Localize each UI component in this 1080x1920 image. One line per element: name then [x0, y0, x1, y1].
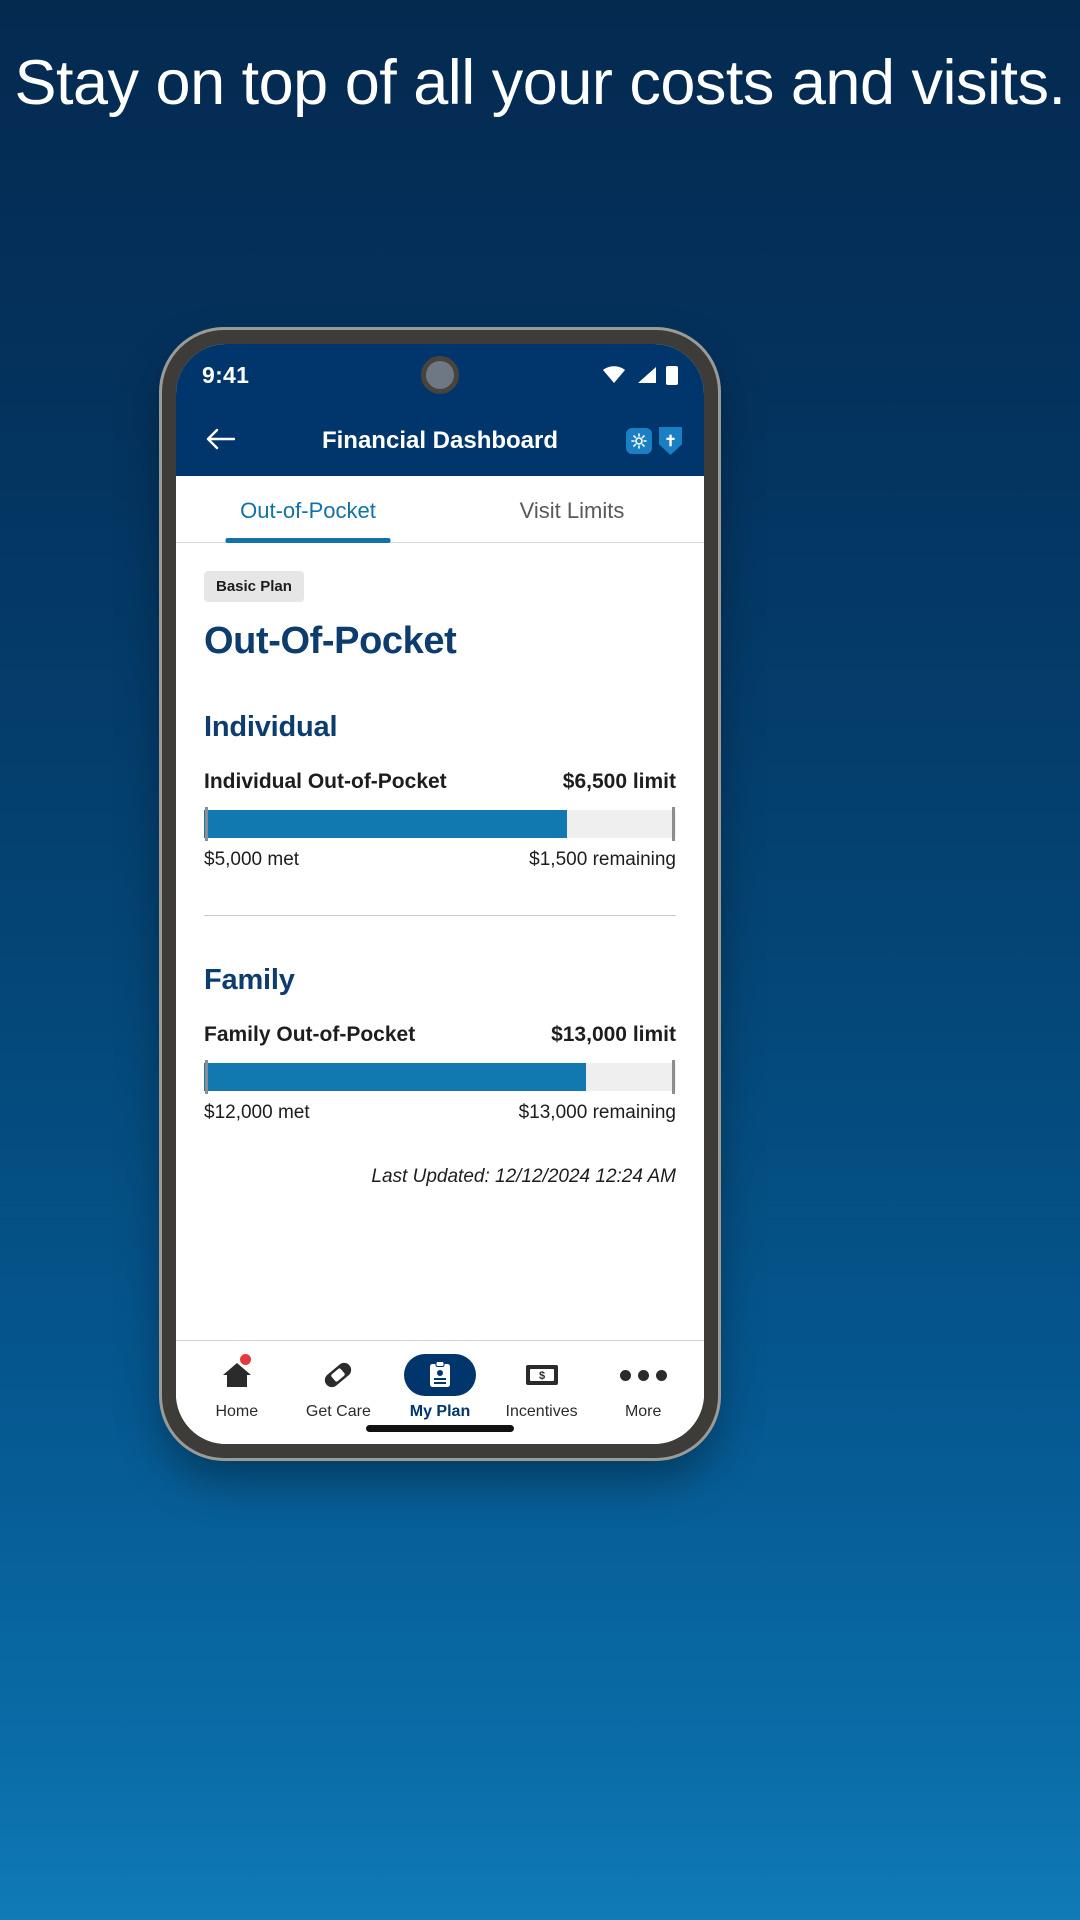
family-progress-end-marker — [672, 1060, 675, 1094]
individual-progress-bar — [204, 807, 676, 841]
tab-out-of-pocket[interactable]: Out-of-Pocket — [176, 476, 440, 542]
cellular-signal-icon — [635, 366, 657, 384]
tab-visit-limits-label: Visit Limits — [519, 498, 625, 523]
page-title: Financial Dashboard — [321, 427, 559, 454]
individual-progress-labels: $5,000 met $1,500 remaining — [204, 849, 676, 871]
individual-row-label: Individual Out-of-Pocket — [204, 770, 447, 793]
family-row-label: Family Out-of-Pocket — [204, 1023, 416, 1046]
family-progress-start-marker — [205, 1060, 208, 1094]
individual-progress-start-marker — [205, 807, 208, 841]
tab-out-of-pocket-label: Out-of-Pocket — [240, 498, 376, 523]
family-progress-labels: $12,000 met $13,000 remaining — [204, 1102, 676, 1124]
individual-remaining: $1,500 remaining — [529, 849, 676, 870]
nav-item-more[interactable]: More — [592, 1355, 694, 1421]
status-bar-time: 9:41 — [202, 361, 250, 388]
back-button[interactable] — [198, 419, 242, 463]
last-updated-text: Last Updated: 12/12/2024 12:24 AM — [371, 1166, 676, 1187]
status-bar: 9:41 — [176, 344, 704, 406]
family-limit: $13,000 limit — [551, 1023, 676, 1046]
bandage-icon — [320, 1355, 356, 1395]
section-heading-family: Family — [204, 964, 295, 996]
main-content: Basic Plan Out-Of-Pocket Individual Indi… — [176, 543, 704, 1340]
wifi-icon — [602, 366, 626, 384]
nav-item-incentives-label: Incentives — [505, 1403, 578, 1420]
nav-item-get-care[interactable]: Get Care — [288, 1355, 390, 1421]
promo-headline: Stay on top of all your costs and visits… — [14, 48, 1066, 118]
status-bar-icons — [602, 365, 678, 385]
family-row-header: Family Out-of-Pocket $13,000 limit — [204, 1023, 676, 1047]
individual-progress-end-marker — [672, 807, 675, 841]
family-met: $12,000 met — [204, 1102, 310, 1123]
nav-item-my-plan[interactable]: My Plan — [389, 1354, 491, 1421]
nav-item-my-plan-label: My Plan — [409, 1403, 471, 1420]
battery-icon — [666, 365, 678, 385]
home-indicator — [366, 1425, 514, 1432]
family-progress-bar — [204, 1060, 676, 1094]
plan-badge: Basic Plan — [204, 571, 304, 602]
camera-punch-hole — [421, 356, 459, 394]
family-remaining: $13,000 remaining — [518, 1102, 676, 1123]
tab-visit-limits[interactable]: Visit Limits — [440, 476, 704, 542]
tab-bar: Out-of-Pocket Visit Limits — [176, 476, 704, 543]
nav-item-get-care-label: Get Care — [305, 1403, 371, 1420]
gear-icon[interactable] — [626, 428, 652, 454]
individual-row-header: Individual Out-of-Pocket $6,500 limit — [204, 770, 676, 794]
phone-screen: 9:41 Financial Dashboard ✝ Out-of-Pocket… — [176, 344, 704, 1444]
family-progress-fill — [204, 1063, 587, 1091]
money-bill-icon: $ — [524, 1355, 560, 1395]
house-icon — [220, 1354, 254, 1395]
id-card-icon — [403, 1354, 476, 1396]
notification-badge-dot — [239, 1354, 251, 1365]
nav-item-home-label: Home — [215, 1403, 259, 1420]
individual-met: $5,000 met — [204, 849, 300, 870]
arrow-left-icon — [205, 427, 236, 456]
nav-item-home[interactable]: Home — [186, 1354, 288, 1421]
individual-limit: $6,500 limit — [562, 770, 676, 793]
header-actions: ✝ — [626, 427, 682, 455]
nav-item-incentives[interactable]: $ Incentives — [491, 1355, 593, 1421]
app-header: Financial Dashboard ✝ — [176, 406, 704, 476]
phone-mockup: 9:41 Financial Dashboard ✝ Out-of-Pocket… — [162, 330, 718, 1458]
section-heading-individual: Individual — [204, 711, 338, 743]
nav-item-my-plan-pill — [403, 1354, 476, 1396]
shield-logo-icon[interactable]: ✝ — [659, 427, 682, 455]
nav-item-more-label: More — [624, 1403, 662, 1420]
ellipsis-icon — [619, 1355, 667, 1395]
svg-text:$: $ — [539, 1370, 545, 1382]
section-page-title: Out-Of-Pocket — [204, 620, 457, 662]
individual-progress-fill — [204, 810, 568, 838]
section-divider — [204, 915, 676, 916]
